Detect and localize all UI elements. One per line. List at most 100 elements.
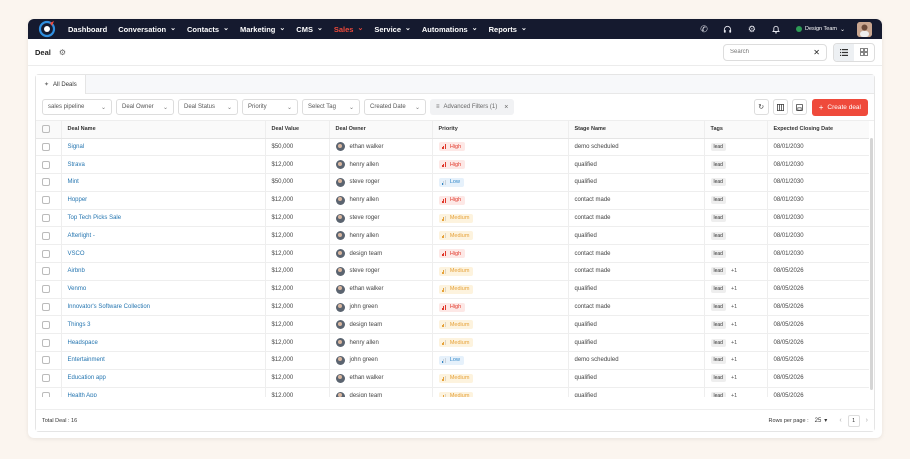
table-row[interactable]: Headspace $12,000 henry allen Medium qualifi… — [36, 333, 869, 353]
more-tags-count[interactable]: +1 — [731, 375, 737, 381]
deal-name-link[interactable]: Top Tech Picks Sale — [68, 215, 122, 221]
row-checkbox[interactable] — [42, 285, 50, 294]
filter-dropdown[interactable]: Priority ⌄ — [242, 99, 298, 115]
table-row[interactable]: Mint $50,000 steve roger Low qualified lead 08… — [36, 173, 869, 192]
row-checkbox[interactable] — [42, 338, 50, 347]
columns-icon[interactable] — [772, 99, 788, 115]
filter-dropdown[interactable]: sales pipeline ⌄ — [42, 99, 112, 115]
nav-item-automations[interactable]: Automations ⌄ — [422, 25, 478, 34]
nav-item-reports[interactable]: Reports ⌄ — [489, 25, 527, 34]
row-checkbox[interactable] — [42, 303, 50, 312]
row-checkbox[interactable] — [42, 356, 50, 365]
refresh-icon[interactable]: ↻ — [753, 99, 769, 115]
filter-dropdown[interactable]: Deal Owner ⌄ — [116, 99, 174, 115]
deal-name-link[interactable]: Afterlight - — [68, 233, 95, 239]
row-checkbox[interactable] — [42, 320, 50, 329]
nav-item-cms[interactable]: CMS ⌄ — [296, 25, 323, 34]
table-row[interactable]: Education app $12,000 ethan walker Medium qu… — [36, 369, 869, 388]
deal-name-link[interactable]: Airbnb — [68, 268, 85, 274]
table-row[interactable]: VSCO $12,000 design team High contact made le… — [36, 244, 869, 264]
more-tags-count[interactable]: +1 — [731, 286, 737, 292]
row-checkbox[interactable] — [42, 392, 50, 397]
row-checkbox[interactable] — [42, 214, 50, 223]
deal-name-link[interactable]: Signal — [68, 144, 85, 150]
table-row[interactable]: Hopper $12,000 henry allen High contact made… — [36, 191, 869, 210]
table-row[interactable]: Signal $50,000 ethan walker High demo schedu… — [36, 138, 869, 157]
team-switcher[interactable]: Design Team ⌄ — [795, 26, 845, 33]
rows-per-page-select[interactable]: 25 ▾ — [815, 417, 828, 425]
tab-all-deals[interactable]: ✦ All Deals — [36, 75, 86, 94]
row-checkbox[interactable] — [42, 249, 50, 258]
more-tags-count[interactable]: +1 — [731, 340, 737, 346]
remove-filter-icon[interactable]: × — [504, 104, 508, 111]
table-row[interactable]: Strava $12,000 henry allen High qualified lea… — [36, 155, 869, 175]
search-input[interactable] — [730, 49, 814, 55]
filter-dropdown[interactable]: Deal Status ⌄ — [178, 99, 238, 115]
table-row[interactable]: Innovator's Software Collection $12,000 jo… — [36, 298, 869, 317]
deal-name-link[interactable]: Venmo — [68, 286, 87, 292]
table-row[interactable]: Venmo $12,000 ethan walker Medium qualified l… — [36, 280, 869, 299]
nav-item-conversation[interactable]: Conversation ⌄ — [118, 25, 176, 34]
prev-page-icon[interactable]: ‹ — [839, 417, 841, 424]
next-page-icon[interactable]: › — [866, 417, 868, 424]
row-checkbox[interactable] — [42, 178, 50, 187]
deal-name-link[interactable]: Health App — [68, 393, 97, 397]
nav-item-marketing[interactable]: Marketing ⌄ — [240, 25, 285, 34]
create-deal-button[interactable]: + Create deal — [811, 98, 868, 116]
user-avatar[interactable] — [857, 21, 872, 37]
table-row[interactable]: Airbnb $12,000 steve roger Medium contact ma… — [36, 262, 869, 281]
deal-name-link[interactable]: Things 3 — [68, 322, 91, 328]
column-header[interactable]: Deal Owner — [329, 121, 433, 139]
more-tags-count[interactable]: +1 — [731, 322, 737, 328]
column-header[interactable]: Deal Value — [265, 121, 330, 139]
bell-icon[interactable] — [764, 25, 788, 34]
more-tags-count[interactable]: +1 — [731, 393, 737, 397]
column-header[interactable]: Stage Name — [568, 121, 705, 139]
advanced-filters-chip[interactable]: ≡ Advanced Filters (1) × — [430, 99, 515, 115]
table-row[interactable]: Health App $12,000 design team Medium qualif… — [36, 387, 869, 397]
row-checkbox[interactable] — [42, 196, 50, 205]
deal-name-link[interactable]: Entertainment — [68, 357, 105, 363]
save-icon[interactable] — [791, 99, 807, 115]
app-logo-icon[interactable] — [38, 20, 56, 38]
row-checkbox[interactable] — [42, 160, 50, 169]
table-row[interactable]: Things 3 $12,000 design team Medium qualifie… — [36, 315, 869, 335]
column-header[interactable]: Priority — [432, 121, 569, 139]
more-tags-count[interactable]: +1 — [731, 304, 737, 310]
current-page-button[interactable]: 1 — [847, 414, 860, 427]
table-row[interactable]: Top Tech Picks Sale $12,000 steve roger Med… — [36, 209, 869, 228]
deal-name-link[interactable]: Innovator's Software Collection — [68, 304, 151, 310]
deal-name-link[interactable]: Headspace — [68, 340, 98, 346]
more-tags-count[interactable]: +1 — [731, 357, 737, 363]
settings-gear-icon[interactable]: ⚙ — [740, 24, 764, 35]
select-all-checkbox[interactable] — [42, 125, 50, 134]
headset-icon[interactable] — [716, 25, 740, 34]
deal-name-link[interactable]: Strava — [68, 162, 85, 168]
row-checkbox[interactable] — [42, 142, 50, 151]
clear-search-icon[interactable]: ✕ — [813, 48, 820, 57]
deal-name-link[interactable]: Mint — [68, 179, 79, 185]
column-header[interactable]: Expected Closing Date — [767, 121, 869, 139]
deal-name-link[interactable]: Hopper — [68, 197, 88, 203]
search-box[interactable]: ✕ — [723, 43, 827, 61]
row-checkbox[interactable] — [42, 267, 50, 276]
column-header[interactable]: Tags — [704, 121, 768, 139]
deal-name-link[interactable]: VSCO — [68, 251, 85, 257]
phone-icon[interactable]: ✆ — [692, 24, 716, 35]
nav-item-contacts[interactable]: Contacts ⌄ — [187, 25, 229, 34]
list-view-icon[interactable] — [834, 43, 854, 61]
deal-name-link[interactable]: Education app — [68, 375, 106, 381]
nav-item-service[interactable]: Service ⌄ — [374, 25, 411, 34]
row-checkbox[interactable] — [42, 374, 50, 383]
column-header[interactable]: Deal Name — [61, 121, 266, 139]
table-row[interactable]: Entertainment $12,000 john green Low demo sc… — [36, 351, 869, 370]
nav-item-dashboard[interactable]: Dashboard — [68, 25, 107, 34]
table-row[interactable]: Afterlight - $12,000 henry allen Medium qual… — [36, 226, 869, 246]
nav-item-sales[interactable]: Sales ⌄ — [334, 25, 363, 34]
filter-dropdown[interactable]: Created Date ⌄ — [364, 99, 426, 115]
settings-icon[interactable]: ⚙ — [59, 48, 66, 57]
board-view-icon[interactable] — [854, 44, 874, 61]
filter-dropdown[interactable]: Select Tag ⌄ — [302, 99, 360, 115]
row-checkbox[interactable] — [42, 231, 50, 240]
vertical-scrollbar[interactable] — [870, 138, 873, 390]
